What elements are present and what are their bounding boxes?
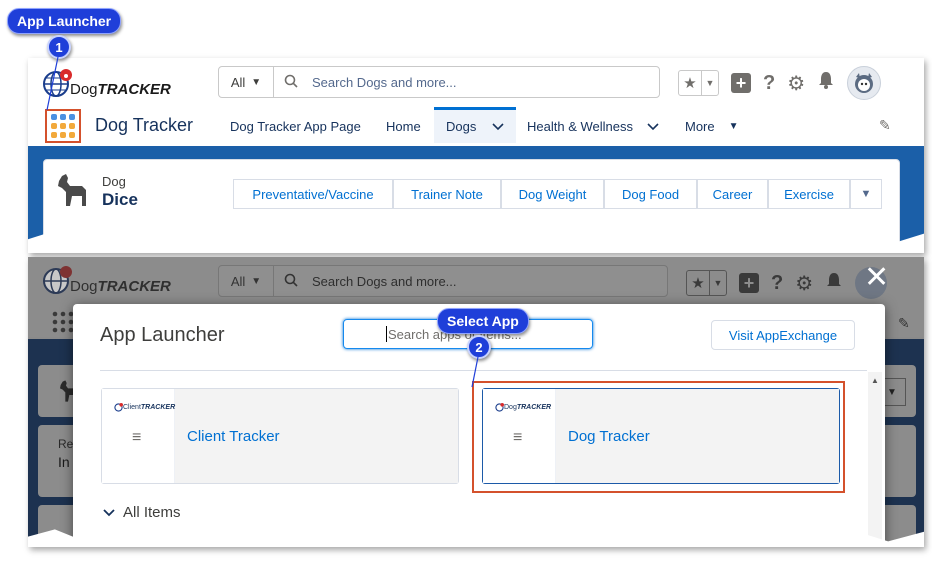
subtabs-overflow-button[interactable]: ▼ — [850, 179, 882, 209]
search-placeholder: Search Dogs and more... — [312, 273, 457, 289]
subtab-trainer-note[interactable]: Trainer Note — [393, 179, 501, 209]
help-icon: ? — [771, 271, 784, 294]
record-subtabs: Preventative/Vaccine Trainer Note Dog We… — [233, 179, 882, 209]
caret-down-icon: ▼ — [251, 76, 262, 88]
caret-down-icon: ▼ — [251, 275, 262, 287]
avatar[interactable] — [847, 66, 882, 100]
edit-nav-icon: ✎ — [898, 315, 910, 331]
search-icon — [284, 273, 298, 290]
app-launcher-callout: App Launcher — [7, 8, 122, 34]
caret-down-icon: ▼ — [860, 188, 872, 200]
waffle-icon — [51, 114, 75, 138]
callout-leader-line-2 — [471, 356, 479, 388]
dog-tracker-logo: Dog TRACKER — [495, 403, 551, 412]
record-object-label: Dog — [102, 174, 126, 189]
favorites-button: ★ ▼ — [686, 270, 727, 296]
app-launcher-button[interactable] — [45, 109, 81, 143]
dimmed-global-search: All ▼ Search Dogs and more... — [218, 265, 668, 297]
drag-handle-icon[interactable]: ≡ — [513, 429, 522, 447]
logo-prefix: Dog — [70, 278, 98, 295]
app-tile-thumbnail: Dog TRACKER ≡ — [483, 389, 556, 483]
tab-more[interactable]: More ▼ — [685, 119, 739, 134]
tab-dogs[interactable]: Dogs — [434, 107, 516, 143]
logo-prefix: Client — [123, 404, 141, 411]
caret-down-icon: ▼ — [705, 78, 715, 88]
callout-leader-line-1 — [46, 56, 59, 111]
subtab-career[interactable]: Career — [697, 179, 768, 209]
subtab-exercise[interactable]: Exercise — [768, 179, 850, 209]
add-icon: + — [739, 273, 759, 293]
global-search[interactable]: All ▼ Search Dogs and more... — [218, 66, 660, 98]
gear-icon: ⚙ — [795, 272, 814, 295]
globe-logo-icon — [495, 403, 504, 412]
app-name: Dog Tracker — [95, 115, 194, 135]
chevron-down-icon[interactable] — [647, 122, 659, 131]
dimmed-logo: DogTRACKER — [42, 265, 171, 295]
dog-silhouette-icon — [58, 174, 86, 206]
close-icon[interactable]: ✕ — [864, 263, 889, 293]
tab-health-wellness-label: Health & Wellness — [527, 119, 633, 134]
edit-nav-icon[interactable]: ✎ — [879, 117, 891, 134]
logo-suffix: TRACKER — [516, 404, 552, 411]
header-actions: ★ ▼ + ? ⚙ — [678, 66, 882, 100]
drag-handle-icon[interactable]: ≡ — [132, 429, 141, 447]
text-cursor — [386, 326, 387, 342]
tab-dog-tracker-app-page[interactable]: Dog Tracker App Page — [230, 119, 361, 134]
search-scope-label: All — [230, 273, 246, 289]
app-tile-name: Client Tracker — [175, 389, 458, 483]
visit-appexchange-button[interactable]: Visit AppExchange — [711, 320, 855, 350]
dimmed-fragment-in: In — [58, 454, 70, 470]
logo-suffix: TRACKER — [140, 404, 176, 411]
chevron-down-icon[interactable] — [492, 120, 504, 134]
dimmed-header-actions: ★ ▼ + ? ⚙ — [686, 267, 888, 299]
app-tile-name: Dog Tracker — [556, 389, 839, 483]
subtab-preventative-vaccine[interactable]: Preventative/Vaccine — [233, 179, 393, 209]
logo-suffix: TRACKER — [97, 278, 171, 295]
all-items-label: All Items — [123, 504, 181, 521]
caret-down-icon: ▼ — [728, 121, 739, 132]
tab-more-label: More — [685, 119, 715, 134]
record-name: Dice — [102, 190, 138, 209]
globe-logo-icon — [43, 266, 72, 294]
chevron-down-icon — [103, 508, 115, 516]
modal-title: App Launcher — [100, 324, 225, 346]
logo-prefix: Dog — [504, 404, 517, 411]
help-icon[interactable]: ? — [763, 72, 775, 95]
dimmed-fragment-re: Re — [58, 437, 74, 451]
star-icon: ★ — [687, 271, 710, 295]
client-tracker-logo: Client TRACKER — [114, 403, 175, 412]
bottom-screenshot-panel: DogTRACKER All ▼ Search Dogs and more...… — [28, 257, 924, 547]
search-scope-label: All — [230, 74, 246, 90]
tab-health-wellness[interactable]: Health & Wellness — [527, 119, 659, 134]
subtab-dog-food[interactable]: Dog Food — [604, 179, 697, 209]
bell-icon[interactable] — [817, 71, 835, 95]
modal-scrollbar[interactable]: ▲ — [868, 372, 882, 547]
search-input[interactable]: Search Dogs and more... — [312, 75, 457, 90]
top-screenshot-panel: DogTRACKER All ▼ Search Dogs and more...… — [28, 58, 924, 253]
logo-suffix: TRACKER — [97, 81, 171, 98]
search-scope-dropdown: All ▼ — [219, 266, 274, 296]
app-tile-thumbnail: Client TRACKER ≡ — [102, 389, 175, 483]
add-icon[interactable]: + — [731, 73, 751, 93]
scroll-up-icon[interactable]: ▲ — [871, 376, 879, 385]
tab-home[interactable]: Home — [386, 119, 421, 134]
waffle-icon — [52, 311, 74, 333]
globe-logo-icon — [114, 403, 123, 412]
subtab-dog-weight[interactable]: Dog Weight — [501, 179, 604, 209]
favorites-button[interactable]: ★ ▼ — [678, 70, 719, 96]
star-icon: ★ — [679, 71, 702, 95]
astro-avatar-icon — [855, 73, 874, 93]
logo-prefix: Dog — [70, 81, 98, 98]
all-items-toggle[interactable]: All Items — [103, 504, 181, 521]
search-scope-dropdown[interactable]: All ▼ — [219, 67, 274, 97]
caret-down-icon: ▼ — [713, 278, 723, 288]
app-tile-dog-tracker[interactable]: Dog TRACKER ≡ Dog Tracker — [482, 388, 840, 484]
gear-icon[interactable]: ⚙ — [787, 71, 805, 96]
tab-dogs-label: Dogs — [446, 119, 477, 134]
select-app-callout: Select App — [437, 308, 529, 334]
app-tile-client-tracker[interactable]: Client TRACKER ≡ Client Tracker — [101, 388, 459, 484]
bell-icon — [825, 272, 843, 295]
search-icon — [284, 74, 298, 91]
